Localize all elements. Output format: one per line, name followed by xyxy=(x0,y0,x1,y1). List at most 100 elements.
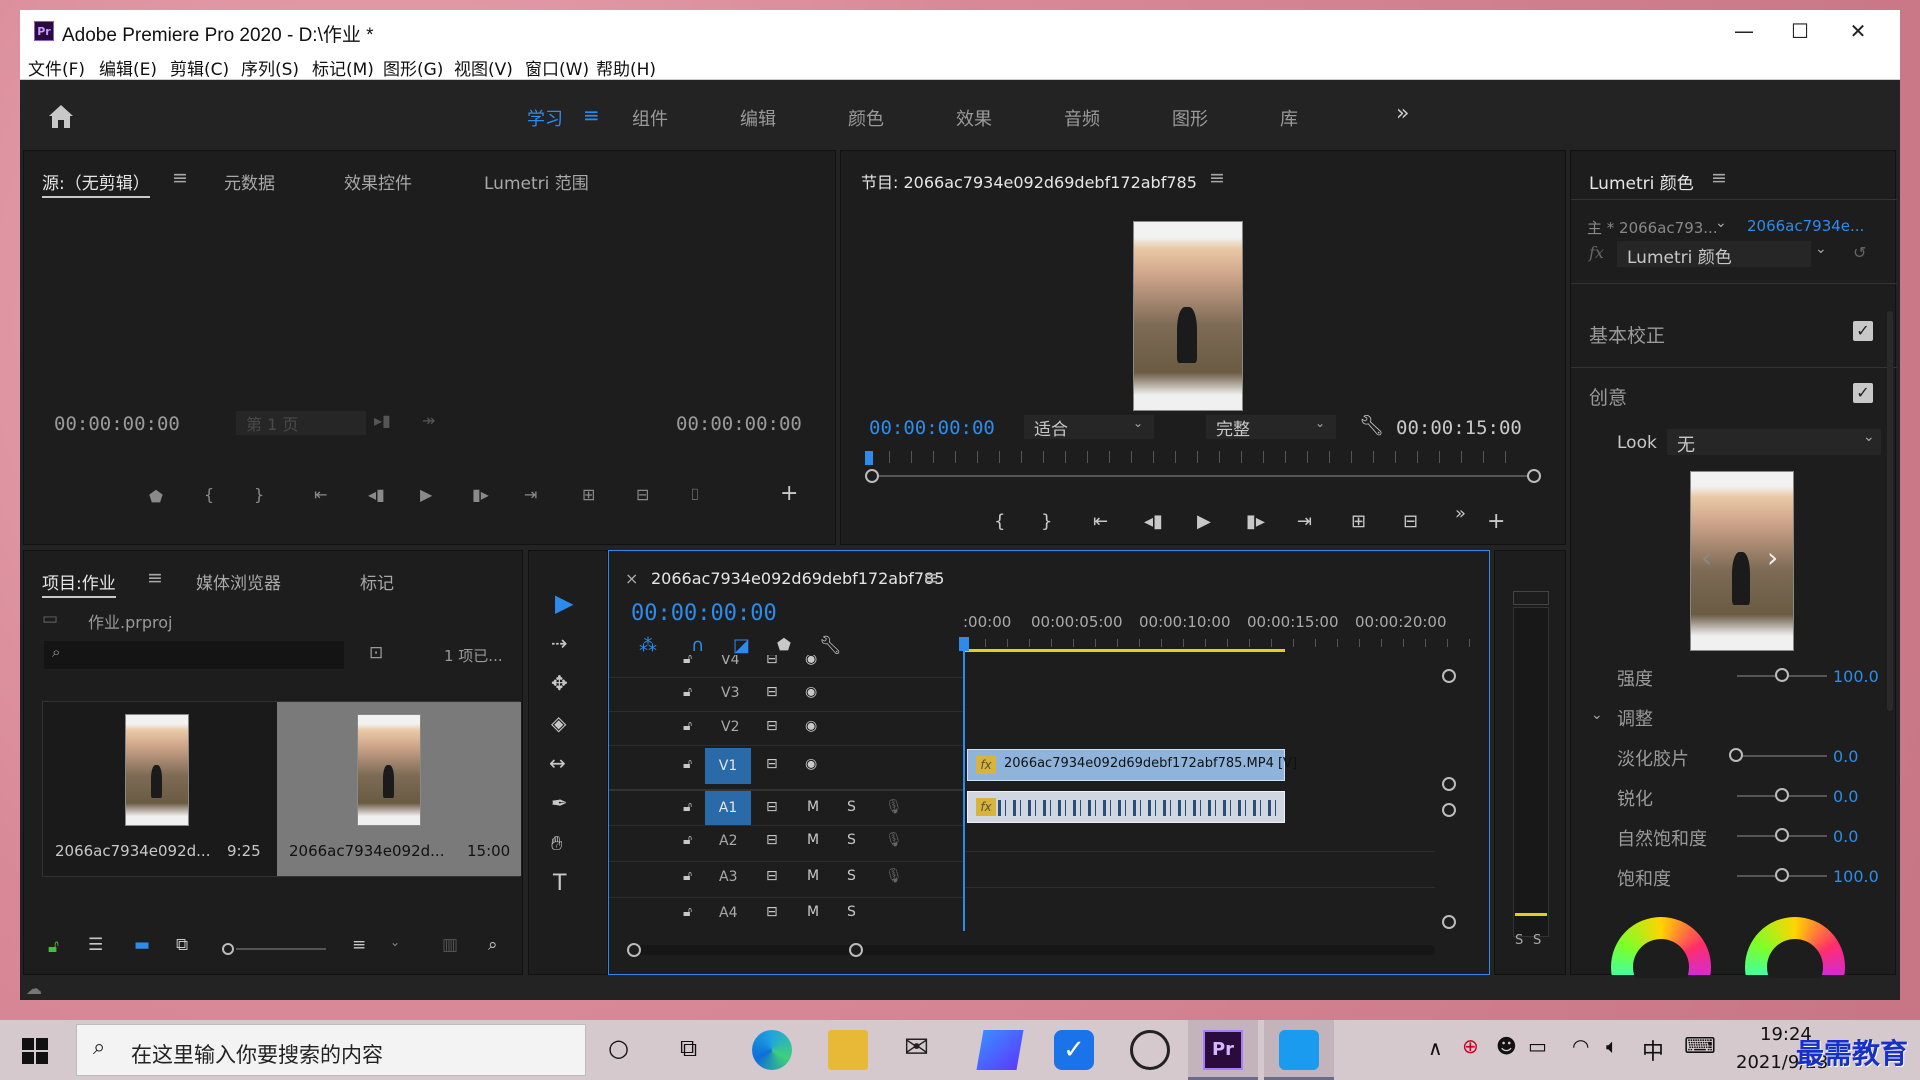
reset-icon[interactable]: ↺ xyxy=(1853,243,1866,262)
creative-checkbox[interactable]: ✓ xyxy=(1853,383,1873,403)
creative-header[interactable]: 创意 xyxy=(1589,383,1627,410)
lock-icon[interactable]: 🔓︎ xyxy=(48,937,59,957)
eye-icon[interactable]: ◉ xyxy=(805,718,817,734)
add-marker-icon[interactable]: ⬟ xyxy=(777,635,791,654)
lumetri-clip-link[interactable]: 2066ac7934e... xyxy=(1747,217,1864,235)
vibrance-handle[interactable] xyxy=(1775,828,1789,842)
track-a4-label[interactable]: A4 xyxy=(719,905,737,921)
source-go-out-icon[interactable]: ⇥ xyxy=(524,485,537,504)
tab-source[interactable]: 源:（无剪辑） xyxy=(42,169,150,198)
source-step-back-icon[interactable]: ◂▮ xyxy=(368,485,385,504)
track-v2-label[interactable]: V2 xyxy=(721,719,739,735)
work-area-bar[interactable] xyxy=(963,649,1285,652)
workspace-tab-libraries[interactable]: 库 xyxy=(1280,105,1298,131)
source-go-in-icon[interactable]: ⇤ xyxy=(314,485,327,504)
tab-metadata[interactable]: 元数据 xyxy=(224,169,275,194)
app-icon[interactable] xyxy=(976,1030,1024,1070)
close-button[interactable]: ✕ xyxy=(1838,18,1878,44)
video-track-zoom-top-handle[interactable] xyxy=(1442,669,1456,683)
linked-selection-icon[interactable]: ◪ xyxy=(733,635,750,656)
lumetri-master-clip[interactable]: 主 * 2066ac793... xyxy=(1587,217,1718,238)
fx-badge[interactable]: fx xyxy=(976,798,996,816)
intensity-handle[interactable] xyxy=(1775,668,1789,682)
selection-tool-icon[interactable]: ▶ xyxy=(555,589,573,617)
sync-icon[interactable]: ⊟ xyxy=(766,718,778,734)
mute-button[interactable]: M xyxy=(807,832,819,848)
meter-solo-right-button[interactable]: S xyxy=(1533,933,1541,948)
thumb-size-slider[interactable] xyxy=(236,948,326,950)
program-play-icon[interactable]: ▶ xyxy=(1197,511,1211,532)
lock-icon[interactable]: 🔓︎ xyxy=(683,904,692,920)
microphone-icon[interactable]: 🎙︎ xyxy=(885,799,903,815)
automate-icon[interactable]: ▥ xyxy=(442,935,458,955)
track-a2-label[interactable]: A2 xyxy=(719,833,737,849)
list-item[interactable]: 2066ac7934e092d... 9:25 xyxy=(43,702,277,876)
find-icon[interactable]: ⌕ xyxy=(488,935,498,955)
razor-tool-icon[interactable]: ◈ xyxy=(551,711,566,735)
source-play-icon[interactable]: ▶ xyxy=(420,485,432,504)
source-marker-icon[interactable]: ⬟ xyxy=(149,487,163,506)
program-step-back-icon[interactable]: ◂▮ xyxy=(1144,511,1163,532)
look-prev-icon[interactable]: ‹ xyxy=(1701,541,1712,574)
microphone-icon[interactable]: 🎙︎ xyxy=(885,832,903,848)
master-chevron-icon[interactable]: ⌄ xyxy=(1715,215,1727,231)
program-time-ruler[interactable] xyxy=(867,451,1527,463)
type-tool-icon[interactable]: T xyxy=(553,871,566,896)
edge-browser-icon[interactable] xyxy=(752,1030,792,1070)
program-step-forward-icon[interactable]: ▮▸ xyxy=(1246,511,1265,532)
file-explorer-icon[interactable] xyxy=(828,1030,868,1070)
solo-button[interactable]: S xyxy=(847,832,856,848)
nest-toggle-icon[interactable]: ⁂ xyxy=(639,635,657,656)
timeline-timecode[interactable]: 00:00:00:00 xyxy=(631,601,777,626)
sync-icon[interactable]: ⊟ xyxy=(766,799,778,815)
track-v1-label[interactable]: V1 xyxy=(705,748,751,784)
track-v3-label[interactable]: V3 xyxy=(721,685,739,701)
program-settings-wrench-icon[interactable]: 🔧︎ xyxy=(1359,413,1384,437)
audio-track-zoom-bottom-handle[interactable] xyxy=(1442,915,1456,929)
source-mark-in-icon[interactable]: { xyxy=(204,485,214,504)
eye-icon[interactable]: ◉ xyxy=(805,684,817,700)
vibrance-value[interactable]: 0.0 xyxy=(1833,827,1858,846)
program-title[interactable]: 节目: 2066ac7934e092d69debf172abf785 xyxy=(861,169,1197,193)
sync-icon[interactable]: ⊟ xyxy=(766,832,778,848)
menu-graphics[interactable]: 图形(G) xyxy=(383,55,443,80)
minimize-button[interactable]: — xyxy=(1724,18,1764,44)
mute-button[interactable]: M xyxy=(807,904,819,920)
list-item[interactable]: 2066ac7934e092d... 15:00 xyxy=(277,702,521,876)
tab-lumetri-scopes[interactable]: Lumetri 范围 xyxy=(484,169,589,194)
slip-tool-icon[interactable]: ↔ xyxy=(549,751,566,775)
project-search-input[interactable] xyxy=(44,641,344,669)
lock-icon[interactable]: 🔓︎ xyxy=(683,868,692,884)
lock-icon[interactable]: 🔓︎ xyxy=(683,684,692,700)
track-select-tool-icon[interactable]: ⇢ xyxy=(551,631,568,655)
program-playhead[interactable] xyxy=(865,451,873,465)
sync-icon[interactable]: ⊟ xyxy=(766,756,778,772)
track-v4-label[interactable]: V4 xyxy=(721,655,739,668)
ime-indicator[interactable]: 中 xyxy=(1642,1034,1664,1066)
feishu-icon[interactable]: ✓ xyxy=(1054,1030,1094,1070)
source-add-button[interactable]: + xyxy=(780,481,798,506)
app-icon[interactable] xyxy=(1130,1030,1170,1070)
menu-view[interactable]: 视图(V) xyxy=(454,55,513,80)
freeform-view-icon[interactable]: ⧉ xyxy=(176,935,188,955)
program-zoom-right-handle[interactable] xyxy=(1527,469,1541,483)
project-new-bin-icon[interactable]: ⊡ xyxy=(369,643,383,663)
timeline-menu-icon[interactable]: ≡ xyxy=(923,567,939,589)
menu-help[interactable]: 帮助(H) xyxy=(596,55,656,80)
mute-button[interactable]: M xyxy=(807,868,819,884)
project-menu-icon[interactable]: ≡ xyxy=(147,567,163,589)
basic-correction-checkbox[interactable]: ✓ xyxy=(1853,321,1873,341)
saturation-handle[interactable] xyxy=(1775,868,1789,882)
lock-icon[interactable]: 🔓︎ xyxy=(683,756,692,772)
source-overwrite-icon[interactable]: ⊟ xyxy=(636,485,649,504)
task-view-icon[interactable]: ⧉ xyxy=(680,1034,697,1062)
snap-magnet-icon[interactable]: ∩ xyxy=(691,635,704,656)
timeline-scroll-right-handle[interactable] xyxy=(849,943,863,957)
workspace-tab-effects[interactable]: 效果 xyxy=(956,105,992,131)
tray-qq-icon[interactable]: ☻ xyxy=(1496,1034,1517,1058)
look-chevron-icon[interactable]: ⌄ xyxy=(1863,429,1875,445)
meter-solo-left-button[interactable]: S xyxy=(1515,933,1523,948)
tab-effect-controls[interactable]: 效果控件 xyxy=(344,169,412,194)
source-step-forward-icon[interactable]: ▮▸ xyxy=(472,485,489,504)
faded-film-slider[interactable] xyxy=(1737,755,1827,757)
